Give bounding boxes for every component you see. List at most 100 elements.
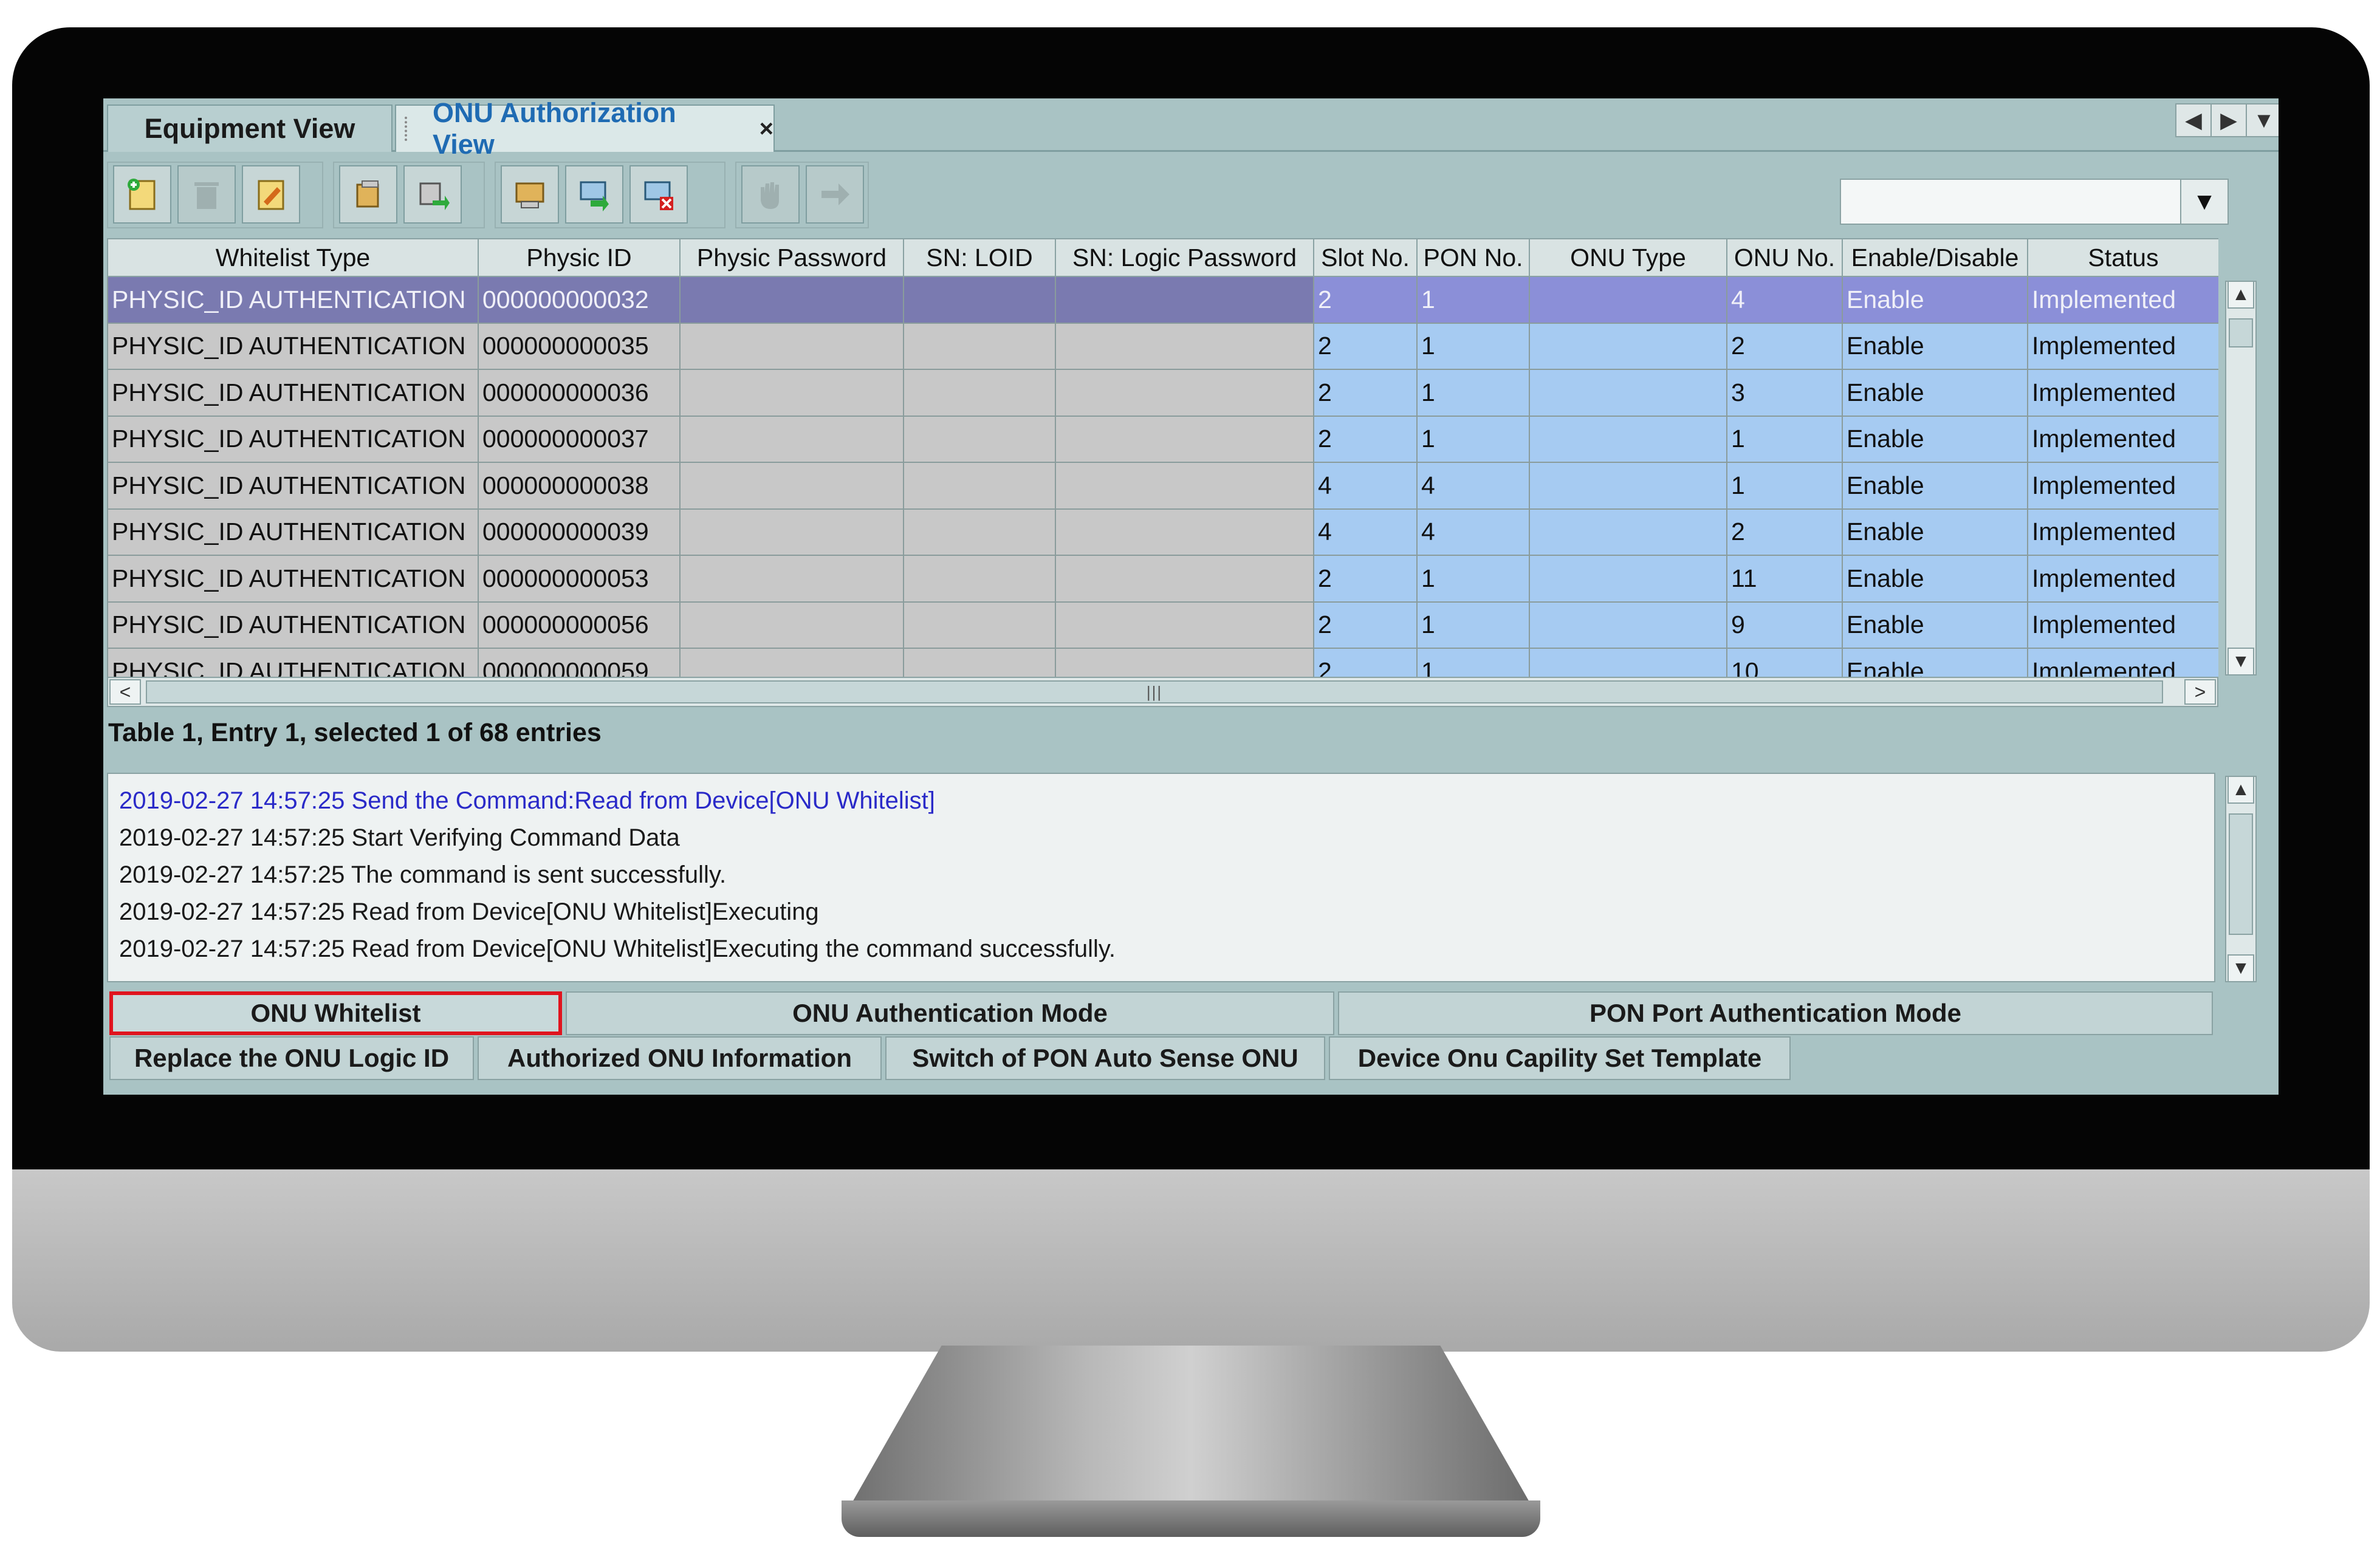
table-cell[interactable]: 2 (1313, 322, 1418, 370)
tab-prev-button[interactable]: ◀ (2175, 103, 2212, 137)
scroll-down-icon[interactable]: ▼ (2227, 954, 2254, 982)
table-cell[interactable]: 1 (1726, 415, 1843, 463)
table-row[interactable]: PHYSIC_ID AUTHENTICATION 000000000036 2 1 3 E… (107, 369, 2218, 417)
scroll-down-icon[interactable]: ▼ (2227, 648, 2254, 676)
tab-authorized-onu-information[interactable]: Authorized ONU Information (478, 1036, 882, 1080)
scroll-thumb[interactable]: ||| (146, 680, 2163, 703)
column-header[interactable]: ONU Type (1529, 238, 1727, 277)
tab-onu-whitelist[interactable]: ONU Whitelist (109, 991, 562, 1035)
tab-pon-port-authentication-mode[interactable]: PON Port Authentication Mode (1338, 991, 2213, 1035)
tab-device-onu-capability-set-template[interactable]: Device Onu Capility Set Template (1329, 1036, 1791, 1080)
table-cell[interactable]: 2 (1313, 276, 1418, 324)
table-cell[interactable] (679, 415, 904, 463)
table-cell[interactable]: 000000000038 (478, 462, 681, 510)
table-cell[interactable] (1055, 462, 1314, 510)
table-cell[interactable]: 1 (1416, 555, 1530, 603)
table-cell[interactable]: 2 (1313, 415, 1418, 463)
table-cell[interactable] (903, 508, 1056, 556)
table-cell[interactable] (903, 555, 1056, 603)
table-cell[interactable]: PHYSIC_ID AUTHENTICATION (107, 322, 479, 370)
table-vertical-scrollbar[interactable]: ▲ ▼ (2225, 281, 2257, 676)
table-cell[interactable]: 4 (1416, 462, 1530, 510)
table-cell[interactable]: Enable (1842, 369, 2028, 417)
search-input[interactable] (1840, 179, 2229, 225)
table-cell[interactable]: Implemented (2027, 555, 2218, 603)
write-button[interactable] (403, 165, 462, 224)
column-header[interactable]: Whitelist Type (107, 238, 479, 277)
table-cell[interactable]: 1 (1416, 322, 1530, 370)
table-cell[interactable] (1055, 508, 1314, 556)
table-cell[interactable] (1529, 415, 1727, 463)
table-cell[interactable]: Implemented (2027, 601, 2218, 649)
table-cell[interactable] (1529, 369, 1727, 417)
table-cell[interactable]: 2 (1313, 555, 1418, 603)
table-cell[interactable] (1055, 276, 1314, 324)
table-cell[interactable] (679, 276, 904, 324)
log-vertical-scrollbar[interactable]: ▲ ▼ (2225, 776, 2257, 982)
table-cell[interactable]: Implemented (2027, 276, 2218, 324)
close-icon[interactable]: × (760, 115, 773, 143)
table-cell[interactable]: 1 (1416, 415, 1530, 463)
table-cell[interactable]: Enable (1842, 555, 2028, 603)
table-cell[interactable]: 3 (1726, 369, 1843, 417)
table-cell[interactable]: 4 (1726, 276, 1843, 324)
tab-replace-onu-logic-id[interactable]: Replace the ONU Logic ID (109, 1036, 474, 1080)
table-cell[interactable]: 4 (1313, 462, 1418, 510)
scroll-thumb[interactable] (2229, 813, 2253, 935)
table-cell[interactable]: Implemented (2027, 508, 2218, 556)
table-cell[interactable] (1055, 322, 1314, 370)
table-cell[interactable] (679, 322, 904, 370)
table-cell[interactable] (1529, 508, 1727, 556)
forward-button[interactable] (806, 165, 864, 224)
table-row[interactable]: PHYSIC_ID AUTHENTICATION 000000000039 4 4 2 E… (107, 508, 2218, 556)
table-cell[interactable]: PHYSIC_ID AUTHENTICATION (107, 369, 479, 417)
table-cell[interactable]: 000000000037 (478, 415, 681, 463)
hand-tool-button[interactable] (741, 165, 800, 224)
column-header[interactable]: PON No. (1416, 238, 1530, 277)
scroll-up-icon[interactable]: ▲ (2227, 776, 2254, 804)
scroll-right-icon[interactable]: > (2184, 679, 2216, 705)
table-cell[interactable]: PHYSIC_ID AUTHENTICATION (107, 415, 479, 463)
table-cell[interactable] (679, 601, 904, 649)
table-cell[interactable]: 1 (1416, 276, 1530, 324)
table-cell[interactable] (1529, 555, 1727, 603)
column-header[interactable]: SN: LOID (903, 238, 1056, 277)
table-cell[interactable]: PHYSIC_ID AUTHENTICATION (107, 555, 479, 603)
add-button[interactable] (113, 165, 171, 224)
table-cell[interactable]: 1 (1416, 601, 1530, 649)
table-cell[interactable] (679, 508, 904, 556)
table-cell[interactable] (1055, 555, 1314, 603)
table-cell[interactable] (679, 462, 904, 510)
column-header[interactable]: ONU No. (1726, 238, 1843, 277)
table-cell[interactable]: 2 (1726, 322, 1843, 370)
scroll-up-icon[interactable]: ▲ (2227, 281, 2254, 309)
table-cell[interactable] (1529, 601, 1727, 649)
table-cell[interactable]: Enable (1842, 415, 2028, 463)
table-cell[interactable]: 4 (1416, 508, 1530, 556)
table-cell[interactable]: 4 (1313, 508, 1418, 556)
table-cell[interactable] (1055, 369, 1314, 417)
delete-button[interactable] (177, 165, 236, 224)
remove-device-button[interactable] (629, 165, 688, 224)
table-cell[interactable]: 2 (1726, 508, 1843, 556)
table-cell[interactable]: 2 (1313, 601, 1418, 649)
table-row[interactable]: PHYSIC_ID AUTHENTICATION 000000000038 4 4 1 E… (107, 462, 2218, 510)
table-cell[interactable]: 1 (1416, 369, 1530, 417)
column-header[interactable]: Physic Password (679, 238, 904, 277)
column-header[interactable]: Physic ID (478, 238, 681, 277)
table-row[interactable]: PHYSIC_ID AUTHENTICATION 000000000035 2 1 2 E… (107, 322, 2218, 370)
chevron-down-icon[interactable]: ▼ (2180, 179, 2229, 225)
table-cell[interactable] (903, 322, 1056, 370)
column-header[interactable]: Slot No. (1313, 238, 1418, 277)
table-cell[interactable]: Enable (1842, 508, 2028, 556)
table-cell[interactable]: Enable (1842, 322, 2028, 370)
table-cell[interactable]: 000000000032 (478, 276, 681, 324)
table-cell[interactable]: 2 (1313, 369, 1418, 417)
table-cell[interactable]: 9 (1726, 601, 1843, 649)
table-cell[interactable]: Implemented (2027, 322, 2218, 370)
table-cell[interactable] (903, 415, 1056, 463)
read-button[interactable] (339, 165, 397, 224)
tab-switch-pon-auto-sense-onu[interactable]: Switch of PON Auto Sense ONU (885, 1036, 1325, 1080)
scroll-left-icon[interactable]: < (109, 679, 141, 705)
sync-button[interactable] (565, 165, 623, 224)
